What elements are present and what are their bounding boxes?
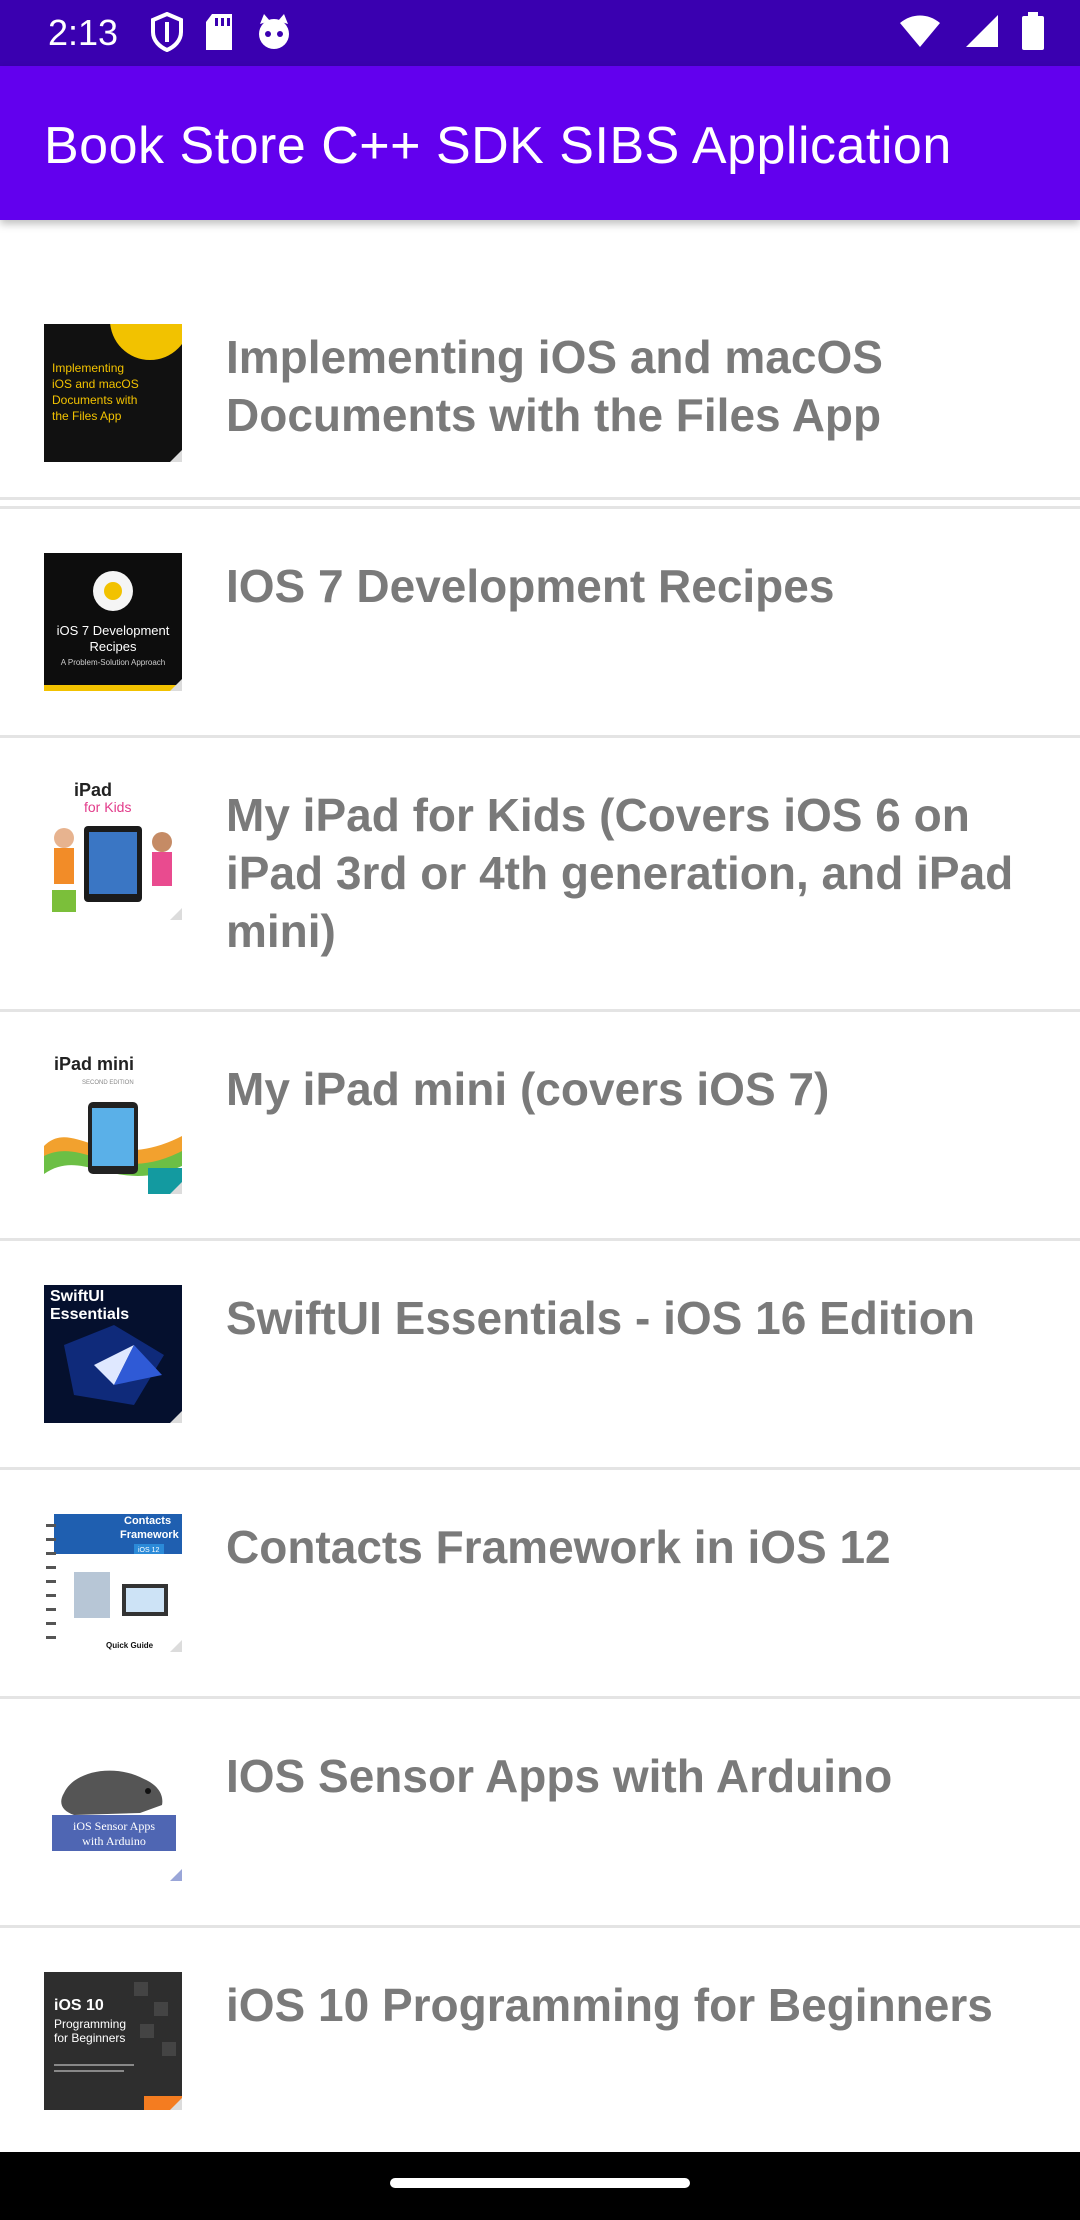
status-bar: 2:13 <box>0 0 1080 66</box>
cover-text: Documents with <box>52 393 137 407</box>
book-title: IOS 7 Development Recipes <box>226 560 835 612</box>
book-title: IOS Sensor Apps with Arduino <box>226 1750 893 1802</box>
list-item[interactable]: iOS 7 Development Recipes A Problem-Solu… <box>0 509 1080 738</box>
cover-text: iPad mini <box>54 1056 134 1074</box>
book-cover-ios7-recipes: iOS 7 Development Recipes A Problem-Solu… <box>44 553 182 691</box>
book-cover-contacts: Contacts Framework iOS 12 Quick Guide <box>44 1514 182 1652</box>
app-bar: Book Store C++ SDK SIBS Application <box>0 66 1080 220</box>
book-title: My iPad mini (covers iOS 7) <box>226 1063 830 1115</box>
list-item[interactable]: Contacts Framework iOS 12 Quick Guide Co… <box>0 1470 1080 1699</box>
cover-text: for Beginners <box>54 2031 125 2045</box>
cover-text: Quick Guide <box>106 1641 154 1650</box>
status-icons-left <box>150 11 294 57</box>
cover-text: Framework <box>120 1529 180 1541</box>
cover-text: SwiftUI <box>50 1288 104 1305</box>
cover-text: iOS 12 <box>138 1547 160 1554</box>
wifi-icon <box>898 13 942 54</box>
list-item[interactable]: iOS Sensor Apps with Arduino IOS Sensor … <box>0 1699 1080 1928</box>
book-list[interactable]: Implementing iOS and macOS Documents wit… <box>0 220 1080 2152</box>
list-item[interactable]: iPad for Kids My iPad for Kids (Covers i… <box>0 738 1080 1012</box>
battery-icon <box>1022 12 1044 55</box>
cover-text: SECOND EDITION <box>82 1080 134 1086</box>
navigation-bar <box>0 2152 1080 2220</box>
list-item[interactable]: SwiftUI Essentials SwiftUI Essentials - … <box>0 1241 1080 1470</box>
cover-text: iPad <box>74 782 112 800</box>
book-cover-sensor-apps: iOS Sensor Apps with Arduino <box>44 1743 182 1881</box>
cover-text: iOS 7 Development <box>57 623 170 638</box>
cover-text: the Files App <box>52 409 122 423</box>
status-icons-right <box>898 12 1044 55</box>
book-cover-swiftui: SwiftUI Essentials <box>44 1285 182 1423</box>
cover-text: Essentials <box>50 1306 129 1323</box>
book-title: Implementing iOS and macOS Documents wit… <box>226 331 883 441</box>
cover-text: with Arduino <box>82 1834 146 1848</box>
book-title: My iPad for Kids (Covers iOS 6 on iPad 3… <box>226 789 1014 957</box>
list-item[interactable]: iOS 10 Programming for Beginners iOS 10 … <box>0 1928 1080 2152</box>
book-cover-ipad-kids: iPad for Kids <box>44 782 182 920</box>
cover-text: Recipes <box>90 639 137 654</box>
book-cover-ipad-mini: iPad mini SECOND EDITION <box>44 1056 182 1194</box>
cover-text: iOS and macOS <box>52 377 139 391</box>
shield-icon <box>150 11 184 57</box>
book-cover-files-app: Implementing iOS and macOS Documents wit… <box>44 324 182 462</box>
cover-text: iOS Sensor Apps <box>73 1819 155 1833</box>
cover-text: Implementing <box>52 361 124 375</box>
list-item[interactable]: iPad mini SECOND EDITION My iPad mini (c… <box>0 1012 1080 1241</box>
signal-icon <box>964 13 1000 54</box>
app-title: Book Store C++ SDK SIBS Application <box>44 117 952 175</box>
cover-text: iOS 10 <box>54 1997 104 2014</box>
list-item[interactable]: Implementing iOS and macOS Documents wit… <box>0 280 1080 509</box>
cover-text: Contacts <box>124 1515 171 1527</box>
book-title: SwiftUI Essentials - iOS 16 Edition <box>226 1292 975 1344</box>
home-gesture-bar[interactable] <box>390 2178 690 2188</box>
sd-card-icon <box>204 12 234 57</box>
cover-text: for Kids <box>84 799 131 815</box>
book-title: iOS 10 Programming for Beginners <box>226 1979 993 2031</box>
status-time: 2:13 <box>48 12 119 53</box>
cat-icon <box>254 12 294 57</box>
book-title: Contacts Framework in iOS 12 <box>226 1521 891 1573</box>
cover-text: Programming <box>54 2017 126 2031</box>
cover-text: A Problem-Solution Approach <box>61 658 166 667</box>
book-cover-ios10: iOS 10 Programming for Beginners <box>44 1972 182 2110</box>
